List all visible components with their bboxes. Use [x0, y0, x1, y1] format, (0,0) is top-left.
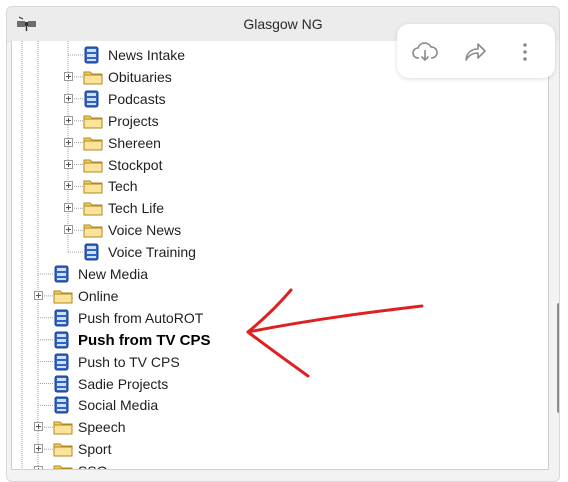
database-icon	[54, 396, 69, 414]
tree-item-label: Push from TV CPS	[78, 331, 211, 349]
database-icon	[54, 353, 69, 371]
database-icon	[84, 243, 99, 261]
expand-toggle-plus-icon[interactable]	[64, 203, 73, 213]
more-icon	[523, 43, 527, 61]
tree-item-label: Speech	[78, 419, 126, 436]
tree-item[interactable]: Speech	[12, 417, 542, 439]
folder-icon	[83, 115, 103, 129]
tree-item-label: Projects	[108, 112, 159, 129]
expand-toggle-plus-icon[interactable]	[64, 159, 73, 169]
tree-item[interactable]: SSO	[12, 461, 542, 469]
folder-icon	[53, 290, 73, 304]
expand-toggle-plus-icon[interactable]	[64, 225, 73, 235]
share-icon	[465, 43, 486, 61]
download-cloud-button[interactable]	[411, 38, 439, 66]
expand-toggle-plus-icon[interactable]	[34, 444, 43, 454]
tree-item-label: Podcasts	[108, 90, 166, 107]
floating-toolbar	[397, 24, 555, 78]
expand-toggle-plus-icon[interactable]	[64, 115, 73, 125]
download-cloud-icon	[412, 42, 438, 62]
folder-icon	[83, 159, 103, 172]
tree-item[interactable]: Podcasts	[12, 89, 542, 111]
tree-item[interactable]: Social Media	[12, 395, 542, 417]
tree-item[interactable]: Stockpot	[12, 155, 542, 177]
tree-item-label: New Media	[78, 266, 149, 282]
tree-item[interactable]: Shereen	[12, 133, 542, 155]
folder-icon	[53, 421, 73, 435]
database-icon	[54, 375, 69, 392]
folder-icon	[53, 443, 73, 457]
tree-item[interactable]: Voice News	[12, 220, 542, 242]
tree-item-label: Sport	[78, 441, 112, 458]
tree-item[interactable]: Tech Life	[12, 198, 542, 220]
tree-item-label: News Intake	[108, 47, 186, 63]
tree-item[interactable]: Projects	[12, 111, 542, 133]
folder-icon	[83, 224, 103, 238]
tree-item-label: Voice News	[108, 222, 182, 239]
tree-item-label: Sadie Projects	[78, 375, 169, 392]
share-button[interactable]	[461, 38, 489, 66]
tree-item-label: Tech Life	[108, 200, 165, 217]
folder-icon	[83, 71, 103, 85]
tree-item[interactable]: Sport	[12, 439, 542, 461]
database-icon	[54, 265, 69, 283]
expand-toggle-plus-icon[interactable]	[34, 290, 43, 300]
expand-toggle-plus-icon[interactable]	[34, 422, 43, 432]
tree-item[interactable]: New Media	[12, 264, 542, 286]
tree-item-label: Voice Training	[108, 244, 196, 261]
folder-icon	[83, 137, 103, 151]
tree-pane[interactable]: News Intake Obituaries Podcasts Projects She…	[11, 41, 549, 470]
tree-item[interactable]: Sadie Projects	[12, 374, 542, 396]
tree-item[interactable]: Push from TV CPS	[12, 330, 542, 352]
tree-item[interactable]: Tech	[12, 176, 542, 198]
tree-item-label: Shereen	[108, 134, 161, 151]
tree-item[interactable]: Push to TV CPS	[12, 352, 542, 374]
folder-icon	[53, 465, 73, 469]
tree-item-label: Obituaries	[108, 68, 172, 85]
scrollbar-thumb[interactable]	[557, 303, 559, 413]
database-icon	[84, 90, 99, 108]
tree-item-label: Stockpot	[108, 156, 163, 173]
tree-item-label: Social Media	[78, 397, 159, 414]
database-icon	[84, 46, 99, 64]
more-options-button[interactable]	[511, 38, 539, 66]
tree-item-label: Tech	[108, 178, 138, 195]
database-icon	[54, 331, 69, 349]
folder-icon	[83, 180, 103, 194]
tree-item[interactable]: Push from AutoROT	[12, 308, 542, 330]
tree-item-label: Push to TV CPS	[78, 353, 180, 370]
expand-toggle-plus-icon[interactable]	[64, 71, 73, 81]
expand-toggle-plus-icon[interactable]	[34, 466, 43, 469]
folder-icon	[83, 202, 103, 216]
database-icon	[54, 309, 69, 327]
tree-item-label: Push from AutoROT	[78, 309, 204, 326]
tree-item[interactable]: Voice Training	[12, 242, 542, 264]
tree-item-label: SSO	[78, 463, 108, 469]
expand-toggle-plus-icon[interactable]	[64, 93, 73, 103]
tree-item-label: Online	[78, 287, 119, 304]
expand-toggle-plus-icon[interactable]	[64, 181, 73, 191]
tree-item[interactable]: Online	[12, 286, 542, 308]
expand-toggle-plus-icon[interactable]	[64, 137, 73, 147]
